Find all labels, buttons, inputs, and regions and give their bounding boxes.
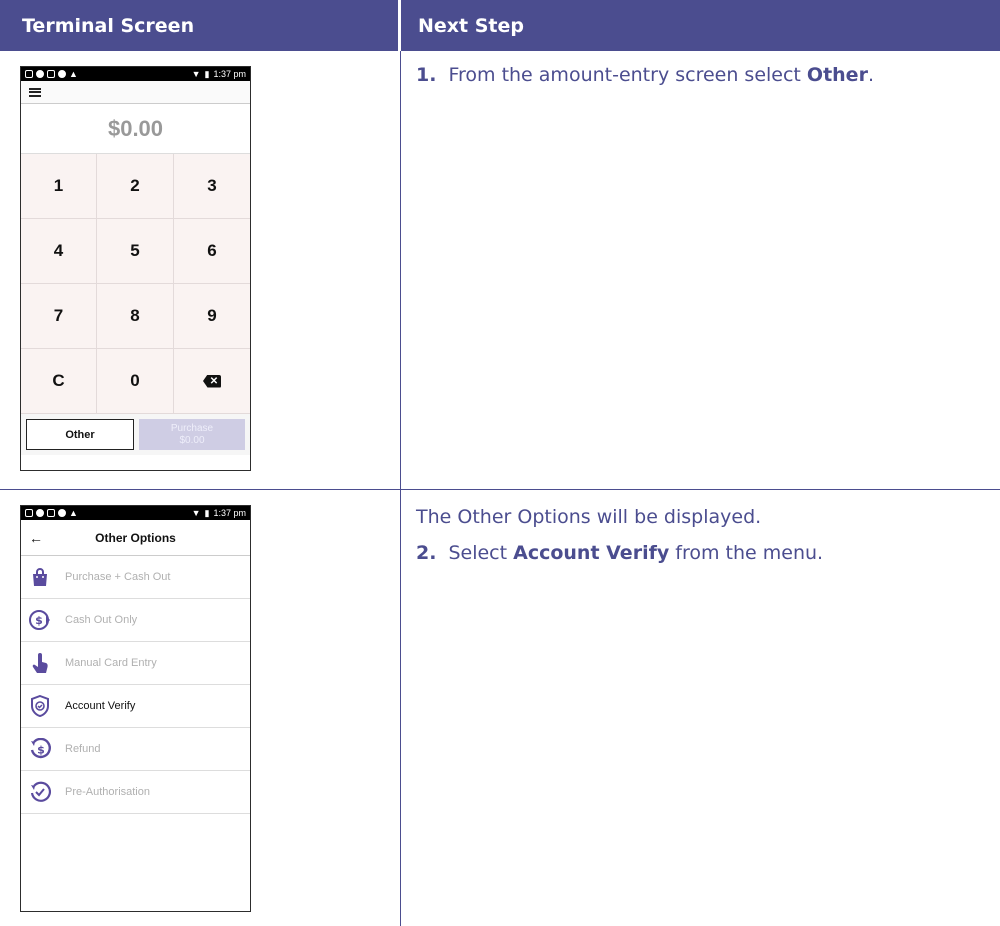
option-cash-out-only[interactable]: $ Cash Out Only bbox=[21, 599, 250, 642]
other-button[interactable]: Other bbox=[26, 419, 134, 450]
option-label: Account Verify bbox=[65, 700, 136, 712]
step-2-suffix: from the menu. bbox=[669, 542, 824, 564]
action-buttons: Other Purchase $0.00 bbox=[21, 414, 250, 455]
step-2-number: 2. bbox=[416, 542, 437, 564]
screen-title: Other Options bbox=[95, 530, 176, 545]
option-label: Manual Card Entry bbox=[65, 657, 157, 669]
cash-out-icon: $ bbox=[29, 609, 51, 631]
key-1[interactable]: 1 bbox=[21, 154, 97, 219]
dot-icon bbox=[58, 509, 66, 517]
title-bar: ← Other Options bbox=[21, 520, 250, 556]
clock-check-icon bbox=[29, 781, 51, 803]
key-backspace[interactable]: ✕ bbox=[174, 349, 250, 414]
status-bar: ▲ ▼ ▮ 1:37 pm bbox=[21, 67, 250, 81]
step-1-text: 1. From the amount-entry screen select Ot… bbox=[416, 64, 874, 86]
step-2-prefix: Select bbox=[448, 542, 514, 564]
option-label: Pre-Authorisation bbox=[65, 786, 150, 798]
wifi-icon: ▼ bbox=[191, 508, 201, 518]
warning-icon: ▲ bbox=[69, 69, 78, 79]
numeric-keypad: 1 2 3 4 5 6 7 8 9 C 0 ✕ bbox=[21, 154, 250, 414]
svg-text:$: $ bbox=[37, 744, 45, 757]
notification-icon bbox=[25, 70, 33, 78]
status-time: 1:37 pm bbox=[213, 69, 246, 79]
svg-text:$: $ bbox=[35, 614, 43, 627]
option-label: Refund bbox=[65, 743, 101, 755]
refund-icon: $ bbox=[29, 738, 51, 760]
step-2-bold: Account Verify bbox=[513, 542, 670, 564]
row-divider bbox=[0, 489, 1000, 490]
step-1-number: 1. bbox=[416, 64, 437, 86]
step-1-bold: Other bbox=[806, 64, 868, 86]
column-header-next-step: Next Step bbox=[401, 0, 1000, 51]
step-1-suffix: . bbox=[867, 64, 874, 86]
purchase-button[interactable]: Purchase $0.00 bbox=[139, 419, 245, 450]
battery-icon: ▮ bbox=[204, 507, 210, 518]
step-1-prefix: From the amount-entry screen select bbox=[448, 64, 807, 86]
dot-icon bbox=[58, 70, 66, 78]
key-5[interactable]: 5 bbox=[97, 219, 174, 284]
menu-bar bbox=[21, 81, 250, 104]
option-purchase-cash-out[interactable]: Purchase + Cash Out bbox=[21, 556, 250, 599]
amount-display: $0.00 bbox=[21, 104, 250, 154]
status-time: 1:37 pm bbox=[213, 508, 246, 518]
hamburger-menu-icon[interactable] bbox=[29, 87, 41, 97]
wifi-icon: ▼ bbox=[191, 69, 201, 79]
option-refund[interactable]: $ Refund bbox=[21, 728, 250, 771]
info-icon bbox=[36, 70, 44, 78]
key-7[interactable]: 7 bbox=[21, 284, 97, 349]
key-8[interactable]: 8 bbox=[97, 284, 174, 349]
option-manual-card-entry[interactable]: Manual Card Entry bbox=[21, 642, 250, 685]
shield-check-icon bbox=[29, 695, 51, 717]
shopping-bag-icon bbox=[29, 566, 51, 588]
option-label: Purchase + Cash Out bbox=[65, 571, 171, 583]
key-6[interactable]: 6 bbox=[174, 219, 250, 284]
key-9[interactable]: 9 bbox=[174, 284, 250, 349]
column-header-terminal-screen: Terminal Screen bbox=[0, 0, 398, 51]
key-0[interactable]: 0 bbox=[97, 349, 174, 414]
purchase-button-label: Purchase bbox=[170, 422, 214, 434]
key-4[interactable]: 4 bbox=[21, 219, 97, 284]
touch-hand-icon bbox=[29, 652, 51, 674]
option-pre-authorisation[interactable]: Pre-Authorisation bbox=[21, 771, 250, 814]
notification-icon bbox=[25, 509, 33, 517]
image-icon bbox=[47, 70, 55, 78]
backspace-icon: ✕ bbox=[203, 374, 221, 388]
key-3[interactable]: 3 bbox=[174, 154, 250, 219]
image-icon bbox=[47, 509, 55, 517]
battery-icon: ▮ bbox=[204, 68, 210, 79]
option-label: Cash Out Only bbox=[65, 614, 138, 626]
info-icon bbox=[36, 509, 44, 517]
step-2-text: 2. Select Account Verify from the menu. bbox=[416, 542, 823, 564]
warning-icon: ▲ bbox=[69, 508, 78, 518]
status-bar: ▲ ▼ ▮ 1:37 pm bbox=[21, 506, 250, 520]
key-clear[interactable]: C bbox=[21, 349, 97, 414]
terminal-screen-other-options: ▲ ▼ ▮ 1:37 pm ← Other Options Purchase +… bbox=[20, 505, 251, 912]
step-2-intro: The Other Options will be displayed. bbox=[416, 506, 762, 528]
option-account-verify[interactable]: Account Verify bbox=[21, 685, 250, 728]
key-2[interactable]: 2 bbox=[97, 154, 174, 219]
terminal-screen-amount-entry: ▲ ▼ ▮ 1:37 pm $0.00 1 2 3 4 5 6 7 8 9 C … bbox=[20, 66, 251, 471]
purchase-button-amount: $0.00 bbox=[179, 434, 205, 446]
